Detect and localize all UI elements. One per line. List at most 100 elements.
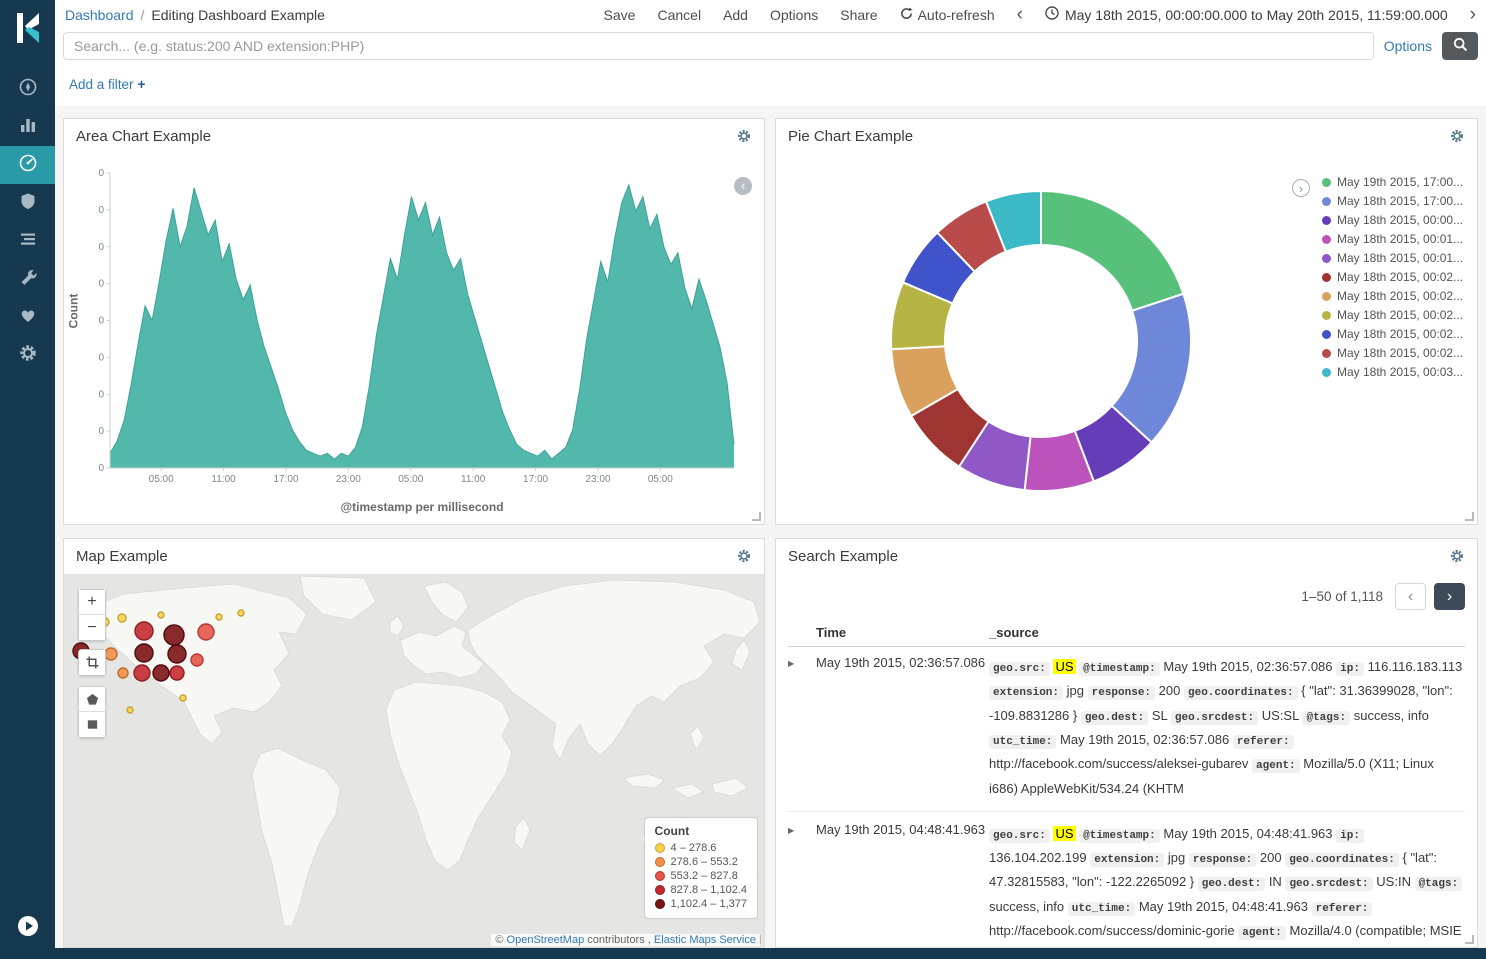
field-value: 136.104.202.199 xyxy=(989,850,1087,865)
map-marker[interactable] xyxy=(127,707,133,713)
legend-item[interactable]: May 18th 2015, 17:00... xyxy=(1322,194,1476,208)
map-marker[interactable] xyxy=(134,665,150,681)
expand-caret-icon[interactable]: ▶ xyxy=(788,655,816,801)
clock-icon xyxy=(1045,6,1059,23)
share-button[interactable]: Share xyxy=(840,7,877,23)
search-button[interactable] xyxy=(1442,32,1478,60)
map-marker[interactable] xyxy=(238,610,244,616)
legend-label: May 18th 2015, 00:02... xyxy=(1337,308,1463,322)
map-marker[interactable] xyxy=(118,668,128,678)
map-marker[interactable] xyxy=(164,625,184,645)
legend-swatch xyxy=(1322,216,1331,225)
field-name: geo.src: xyxy=(989,662,1050,676)
field-value: 200 xyxy=(1159,683,1181,698)
add-filter-link[interactable]: Add a filter+ xyxy=(69,77,145,92)
svg-text:05:00: 05:00 xyxy=(648,474,673,485)
legend-item[interactable]: May 18th 2015, 00:02... xyxy=(1322,308,1476,322)
gear-icon[interactable] xyxy=(736,128,752,144)
legend-label: May 18th 2015, 00:02... xyxy=(1337,346,1463,360)
breadcrumb-separator: / xyxy=(141,7,145,23)
map-marker[interactable] xyxy=(180,695,186,701)
map-marker[interactable] xyxy=(191,654,203,666)
map-marker[interactable] xyxy=(168,645,186,663)
legend-label: 827.8 – 1,102.4 xyxy=(671,884,747,896)
sidebar-item-timelion[interactable] xyxy=(0,222,55,260)
legend-item[interactable]: May 18th 2015, 00:02... xyxy=(1322,327,1476,341)
legend-toggle-button[interactable]: › xyxy=(1292,179,1310,197)
svg-text:11:00: 11:00 xyxy=(211,474,236,485)
legend-item[interactable]: May 18th 2015, 00:00... xyxy=(1322,213,1476,227)
zoom-in-button[interactable]: + xyxy=(79,590,105,615)
sidebar-item-graph[interactable] xyxy=(0,184,55,222)
collapse-sidebar-button[interactable] xyxy=(0,915,55,942)
legend-swatch xyxy=(1322,235,1331,244)
sidebar-item-management[interactable] xyxy=(0,336,55,374)
auto-refresh-button[interactable]: Auto-refresh xyxy=(900,7,995,23)
legend-item[interactable]: May 18th 2015, 00:01... xyxy=(1322,232,1476,246)
kibana-logo[interactable] xyxy=(0,0,55,56)
map-marker[interactable] xyxy=(118,614,126,622)
resize-handle[interactable] xyxy=(1465,935,1474,944)
search-input[interactable] xyxy=(63,32,1374,60)
legend-item[interactable]: May 18th 2015, 00:02... xyxy=(1322,346,1476,360)
sidebar-item-dev-tools[interactable] xyxy=(0,260,55,298)
resize-handle[interactable] xyxy=(1465,512,1474,521)
query-bar: Options xyxy=(55,29,1486,62)
time-forward-button[interactable]: › xyxy=(1470,5,1476,24)
legend-item[interactable]: May 18th 2015, 00:02... xyxy=(1322,270,1476,284)
next-page-button[interactable]: › xyxy=(1434,583,1465,610)
map-marker[interactable] xyxy=(216,614,222,620)
pie-slice[interactable] xyxy=(1041,191,1183,311)
save-button[interactable]: Save xyxy=(604,7,636,23)
legend-swatch xyxy=(1322,197,1331,206)
legend-label: May 18th 2015, 00:02... xyxy=(1337,327,1463,341)
pagination-count: 1–50 of 1,118 xyxy=(1301,589,1383,604)
field-name: utc_time: xyxy=(989,735,1056,749)
map-marker[interactable] xyxy=(153,665,169,681)
expand-caret-icon[interactable]: ▶ xyxy=(788,822,816,947)
resize-handle[interactable] xyxy=(752,512,761,521)
time-range-picker[interactable]: May 18th 2015, 00:00:00.000 to May 20th … xyxy=(1045,6,1448,23)
gear-icon[interactable] xyxy=(736,548,752,564)
sidebar-item-visualize[interactable] xyxy=(0,108,55,146)
crop-icon[interactable] xyxy=(79,650,105,675)
map-marker[interactable] xyxy=(135,644,153,662)
query-options-link[interactable]: Options xyxy=(1384,38,1432,54)
svg-text:0: 0 xyxy=(98,205,104,216)
gear-icon[interactable] xyxy=(1449,548,1465,564)
legend-label: May 18th 2015, 00:03... xyxy=(1337,365,1463,379)
field-name: utc_time: xyxy=(1068,902,1135,916)
field-name: referer: xyxy=(1312,902,1373,916)
map-marker[interactable] xyxy=(135,622,153,640)
legend-item[interactable]: May 18th 2015, 00:01... xyxy=(1322,251,1476,265)
svg-text:0: 0 xyxy=(98,316,104,327)
cancel-button[interactable]: Cancel xyxy=(657,7,701,23)
zoom-out-button[interactable]: − xyxy=(79,615,105,640)
map-marker[interactable] xyxy=(105,648,117,660)
pie-chart-svg xyxy=(776,154,1316,524)
sidebar-item-discover[interactable] xyxy=(0,70,55,108)
map-marker[interactable] xyxy=(198,624,214,640)
legend-toggle-button[interactable]: ‹ xyxy=(734,177,752,195)
polygon-tool-icon[interactable] xyxy=(79,687,105,712)
options-button[interactable]: Options xyxy=(770,7,818,23)
svg-text:23:00: 23:00 xyxy=(585,474,610,485)
map-legend-items: 4 – 278.6278.6 – 553.2553.2 – 827.8827.8… xyxy=(655,842,747,910)
breadcrumb-dashboard-link[interactable]: Dashboard xyxy=(65,7,134,23)
column-header-time[interactable]: Time xyxy=(816,625,989,640)
map-marker[interactable] xyxy=(170,666,184,680)
previous-page-button[interactable]: ‹ xyxy=(1395,583,1426,610)
sidebar-item-monitoring[interactable] xyxy=(0,298,55,336)
legend-item[interactable]: May 19th 2015, 17:00... xyxy=(1322,175,1476,189)
elastic-maps-service-link[interactable]: Elastic Maps Service xyxy=(654,934,756,946)
map-marker[interactable] xyxy=(158,612,164,618)
legend-item[interactable]: May 18th 2015, 00:03... xyxy=(1322,365,1476,379)
field-name: agent: xyxy=(1252,759,1300,773)
legend-item[interactable]: May 18th 2015, 00:02... xyxy=(1322,289,1476,303)
add-button[interactable]: Add xyxy=(723,7,748,23)
sidebar-item-dashboard[interactable] xyxy=(0,146,55,184)
gear-icon[interactable] xyxy=(1449,128,1465,144)
rectangle-tool-icon[interactable] xyxy=(79,712,105,737)
openstreetmap-link[interactable]: OpenStreetMap xyxy=(507,934,585,946)
time-back-button[interactable]: ‹ xyxy=(1017,5,1023,24)
